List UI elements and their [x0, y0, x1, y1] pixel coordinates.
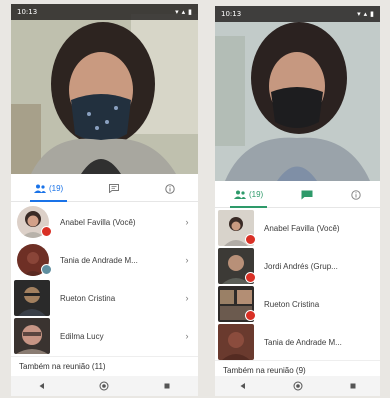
participant-name: Tania de Andrade M...	[60, 255, 138, 265]
home-circle-icon	[293, 381, 302, 391]
home-button[interactable]	[290, 378, 306, 394]
chevron-right-icon[interactable]: ›	[180, 217, 194, 227]
status-time: 10:13	[221, 10, 242, 18]
back-button[interactable]	[34, 378, 50, 394]
main-video-feed[interactable]: 10:13 ▾ ▴ ▮	[11, 4, 198, 174]
speaker-video	[215, 6, 380, 181]
participant-name: Rueton Cristina	[264, 299, 320, 309]
home-circle-icon	[99, 381, 109, 391]
tab-people-label: (19)	[48, 184, 64, 193]
chevron-right-icon[interactable]: ›	[180, 331, 194, 341]
avatar	[218, 324, 254, 360]
participant-row[interactable]: Rueton Cristina	[215, 285, 380, 323]
phone-screen-left: 10:13 ▾ ▴ ▮ (19) Anabel Favilla (Você) ›…	[11, 4, 198, 396]
tab-people-label: (19)	[248, 190, 264, 199]
participant-row[interactable]: Edilma Lucy ›	[11, 317, 198, 355]
chevron-right-icon[interactable]: ›	[180, 293, 194, 303]
participant-name: Anabel Favilla (Você)	[264, 223, 340, 233]
recents-button[interactable]	[159, 378, 175, 394]
participant-row[interactable]: Tania de Andrade M...	[215, 323, 380, 361]
mic-off-icon	[245, 272, 256, 283]
avatar	[14, 280, 50, 316]
battery-icon: ▮	[370, 10, 374, 18]
meeting-tabs: (19)	[11, 176, 198, 202]
tab-info[interactable]	[159, 176, 181, 202]
participant-name: Rueton Cristina	[60, 293, 116, 303]
main-video-feed[interactable]: 10:13 ▾ ▴ ▮	[215, 6, 380, 181]
back-button[interactable]	[235, 378, 251, 394]
wifi-icon: ▾	[357, 10, 361, 18]
mic-off-icon	[41, 264, 52, 275]
participant-row[interactable]: Tania de Andrade M... ›	[11, 241, 198, 279]
wifi-icon: ▾	[175, 8, 179, 16]
signal-icon: ▴	[363, 10, 368, 18]
status-bar: 10:13 ▾ ▴ ▮	[11, 4, 198, 20]
tab-chat[interactable]	[295, 182, 319, 208]
participant-name: Jordi Andrés (Grup...	[264, 261, 338, 271]
participant-row[interactable]: Jordi Andrés (Grup...	[215, 247, 380, 285]
participant-list: Anabel Favilla (Você) › Tania de Andrade…	[11, 203, 198, 355]
mic-off-icon	[245, 234, 256, 245]
android-nav-bar	[11, 376, 198, 396]
back-triangle-icon	[240, 383, 245, 389]
participant-name: Tania de Andrade M...	[264, 337, 342, 347]
back-triangle-icon	[39, 383, 45, 389]
tab-info[interactable]	[345, 182, 367, 208]
participant-name: Anabel Favilla (Você)	[60, 217, 136, 227]
home-button[interactable]	[96, 378, 112, 394]
signal-icon: ▴	[181, 8, 186, 16]
meeting-tabs: (19)	[215, 182, 380, 208]
people-icon	[33, 184, 46, 193]
status-bar: 10:13 ▾ ▴ ▮	[215, 6, 380, 22]
phone-screen-right: 10:13 ▾ ▴ ▮ (19) Anabel Favilla (Você) J…	[215, 6, 380, 396]
info-icon	[351, 189, 361, 200]
tab-chat[interactable]	[103, 176, 125, 202]
chat-icon	[301, 190, 313, 199]
recents-square-icon	[164, 383, 170, 389]
recents-square-icon	[350, 383, 355, 389]
also-in-meeting-label[interactable]: Também na reunião (11)	[11, 356, 198, 376]
tab-people[interactable]: (19)	[28, 176, 69, 202]
info-icon	[165, 183, 175, 194]
chevron-right-icon[interactable]: ›	[180, 255, 194, 265]
participant-row[interactable]: Rueton Cristina ›	[11, 279, 198, 317]
tab-people[interactable]: (19)	[228, 182, 269, 208]
participant-row[interactable]: Anabel Favilla (Você)	[215, 209, 380, 247]
android-nav-bar	[215, 376, 380, 396]
speaker-video	[11, 4, 198, 174]
avatar	[14, 318, 50, 354]
mic-off-icon	[41, 226, 52, 237]
battery-icon: ▮	[188, 8, 192, 16]
participant-row[interactable]: Anabel Favilla (Você) ›	[11, 203, 198, 241]
participant-name: Edilma Lucy	[60, 331, 104, 341]
recents-button[interactable]	[345, 378, 361, 394]
people-icon	[233, 190, 246, 199]
chat-icon	[109, 184, 120, 193]
participant-list: Anabel Favilla (Você) Jordi Andrés (Grup…	[215, 209, 380, 361]
status-time: 10:13	[17, 8, 38, 16]
mic-off-icon	[245, 310, 256, 321]
